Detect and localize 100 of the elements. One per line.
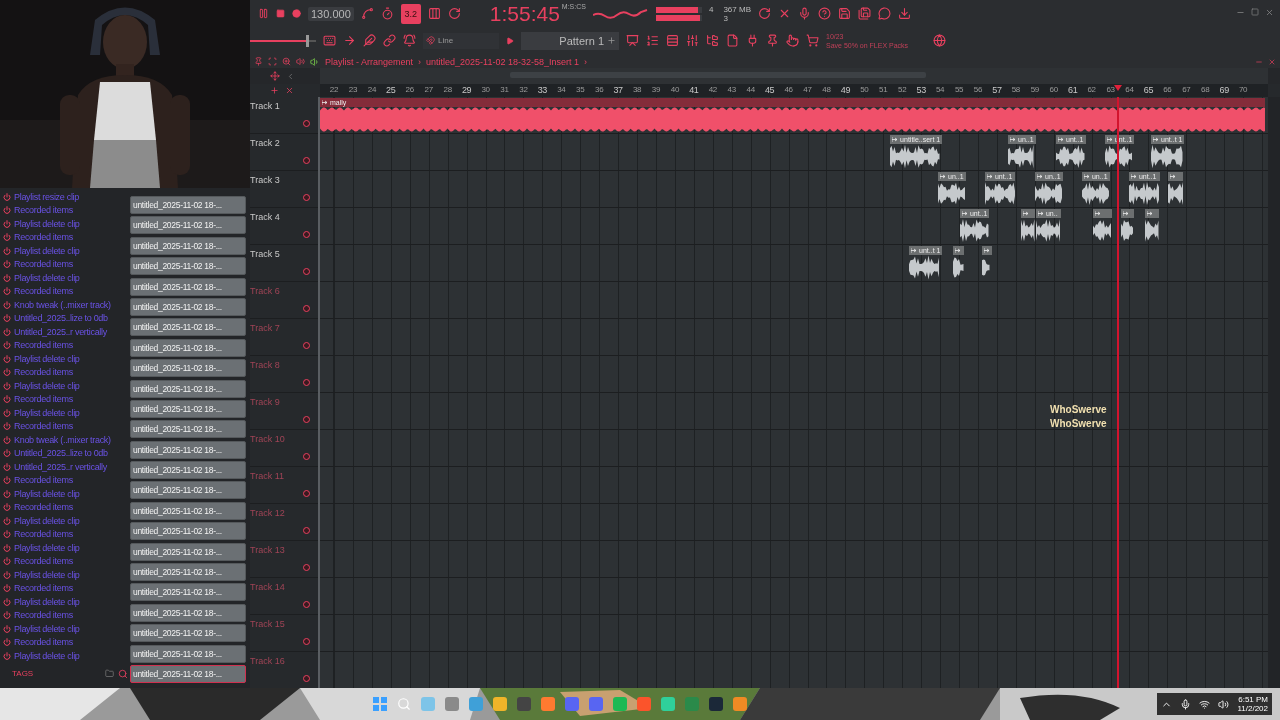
history-item[interactable]: Playlist delete clip bbox=[14, 488, 80, 499]
clip-button[interactable]: untitled_2025-11-02 18-... bbox=[130, 603, 246, 622]
clip-button[interactable]: untitled_2025-11-02 18-... bbox=[130, 216, 246, 235]
plug-icon[interactable] bbox=[746, 34, 759, 47]
save-icon[interactable] bbox=[838, 7, 851, 20]
feather-icon[interactable] bbox=[363, 34, 376, 47]
undo-icon[interactable] bbox=[3, 503, 11, 512]
history-item[interactable]: Untitled_2025..lize to 0db bbox=[14, 448, 108, 459]
track-button[interactable] bbox=[303, 231, 310, 238]
undo-icon[interactable] bbox=[3, 611, 11, 620]
clip-header[interactable] bbox=[952, 246, 964, 255]
cart-icon[interactable] bbox=[806, 34, 819, 47]
zoom-icon[interactable] bbox=[282, 57, 291, 66]
download-icon[interactable] bbox=[898, 7, 911, 20]
track-button[interactable] bbox=[303, 416, 310, 423]
track-button[interactable] bbox=[303, 638, 310, 645]
clip-button[interactable]: untitled_2025-11-02 18-... bbox=[130, 196, 246, 214]
undo-icon[interactable] bbox=[3, 233, 11, 242]
wifi-icon[interactable] bbox=[1199, 698, 1211, 710]
undo-icon[interactable] bbox=[3, 219, 11, 228]
track-button[interactable] bbox=[303, 564, 310, 571]
clock-date[interactable]: 11/2/202 bbox=[1237, 704, 1268, 713]
history-item[interactable]: Recorded items bbox=[14, 421, 73, 432]
undo-icon[interactable] bbox=[3, 327, 11, 336]
clip-button[interactable]: untitled_2025-11-02 18-... bbox=[130, 624, 246, 643]
clip-button[interactable]: untitled_2025-11-02 18-... bbox=[130, 318, 246, 337]
scan-icon[interactable] bbox=[268, 57, 277, 66]
refresh-icon[interactable] bbox=[758, 7, 771, 20]
history-item[interactable]: Recorded items bbox=[14, 367, 73, 378]
clip-button[interactable]: untitled_2025-11-02 18-... bbox=[130, 257, 246, 276]
folder-tree-icon[interactable] bbox=[706, 34, 719, 47]
link-icon[interactable] bbox=[383, 34, 396, 47]
history-item[interactable]: Playlist delete clip bbox=[14, 650, 80, 661]
keyboard-icon[interactable] bbox=[323, 34, 336, 47]
speaker-icon[interactable] bbox=[310, 56, 320, 67]
undo-icon[interactable] bbox=[3, 570, 11, 579]
history-item[interactable]: Playlist delete clip bbox=[14, 272, 80, 283]
history-item[interactable]: Recorded items bbox=[14, 475, 73, 486]
history-item[interactable]: Playlist delete clip bbox=[14, 596, 80, 607]
undo-icon[interactable] bbox=[3, 435, 11, 444]
microphone-icon[interactable] bbox=[1180, 698, 1192, 710]
undo-icon[interactable] bbox=[3, 341, 11, 350]
clip-button[interactable]: untitled_2025-11-02 18-... bbox=[130, 583, 246, 602]
clip-button[interactable]: untitled_2025-11-02 18-... bbox=[130, 399, 246, 418]
rows-icon[interactable] bbox=[666, 34, 679, 47]
start-icon[interactable] bbox=[373, 697, 387, 711]
history-item[interactable]: Playlist delete clip bbox=[14, 218, 80, 229]
history-item[interactable]: Recorded items bbox=[14, 556, 73, 567]
tags-label[interactable]: TAGS bbox=[12, 669, 34, 678]
track-button[interactable] bbox=[303, 342, 310, 349]
undo-icon[interactable] bbox=[3, 489, 11, 498]
clip-header[interactable] bbox=[981, 246, 992, 255]
chevron-left-icon[interactable] bbox=[286, 71, 295, 81]
undo-icon[interactable] bbox=[3, 597, 11, 606]
snap-dropdown[interactable]: Line bbox=[423, 32, 499, 49]
undo-icon[interactable] bbox=[3, 476, 11, 485]
list-icon[interactable] bbox=[646, 34, 659, 47]
clip-header[interactable] bbox=[1167, 172, 1184, 181]
track-button[interactable] bbox=[303, 194, 310, 201]
record-icon[interactable] bbox=[292, 9, 301, 18]
undo-icon[interactable] bbox=[3, 624, 11, 633]
timer-icon[interactable] bbox=[380, 7, 394, 20]
undo-icon[interactable] bbox=[3, 273, 11, 282]
clip-header[interactable] bbox=[1020, 209, 1035, 218]
chat-icon[interactable] bbox=[878, 7, 891, 20]
scrollbar[interactable] bbox=[1268, 97, 1280, 689]
undo-icon[interactable] bbox=[3, 314, 11, 323]
history-item[interactable]: Playlist delete clip bbox=[14, 542, 80, 553]
undo-icon[interactable] bbox=[3, 530, 11, 539]
history-item[interactable]: Playlist delete clip bbox=[14, 623, 80, 634]
maximize-icon[interactable] bbox=[1251, 8, 1259, 16]
globe-icon[interactable] bbox=[933, 34, 946, 47]
history-item[interactable]: Untitled_2025..r vertically bbox=[14, 461, 107, 472]
close-icon[interactable] bbox=[778, 7, 791, 20]
clip-button[interactable]: untitled_2025-11-02 18-... bbox=[130, 542, 246, 561]
undo-icon[interactable] bbox=[3, 422, 11, 431]
history-item[interactable]: Recorded items bbox=[14, 205, 73, 216]
tempo-field[interactable]: 130.000 bbox=[308, 6, 354, 21]
bell-icon[interactable] bbox=[403, 34, 416, 47]
file-icon[interactable] bbox=[726, 34, 739, 47]
undo-icon[interactable] bbox=[3, 300, 11, 309]
track-button[interactable] bbox=[303, 527, 310, 534]
history-item[interactable]: Recorded items bbox=[14, 502, 73, 513]
history-item[interactable]: Playlist delete clip bbox=[14, 245, 80, 256]
stop-icon[interactable] bbox=[276, 9, 285, 18]
pointer-icon[interactable] bbox=[786, 34, 799, 47]
track-button[interactable] bbox=[303, 268, 310, 275]
undo-icon[interactable] bbox=[3, 543, 11, 552]
help-icon[interactable] bbox=[818, 7, 831, 20]
undo-icon[interactable] bbox=[3, 651, 11, 660]
history-item[interactable]: Recorded items bbox=[14, 340, 73, 351]
undo-icon[interactable] bbox=[3, 584, 11, 593]
play-icon[interactable] bbox=[506, 36, 514, 45]
clip-button[interactable]: untitled_2025-11-02 18-... bbox=[130, 297, 246, 316]
history-item[interactable]: Playlist resize clip bbox=[14, 191, 80, 202]
undo-icon[interactable] bbox=[3, 449, 11, 458]
track-button[interactable] bbox=[303, 120, 310, 127]
undo-icon[interactable] bbox=[3, 368, 11, 377]
undo-icon[interactable] bbox=[3, 408, 11, 417]
history-item[interactable]: Playlist delete clip bbox=[14, 353, 80, 364]
